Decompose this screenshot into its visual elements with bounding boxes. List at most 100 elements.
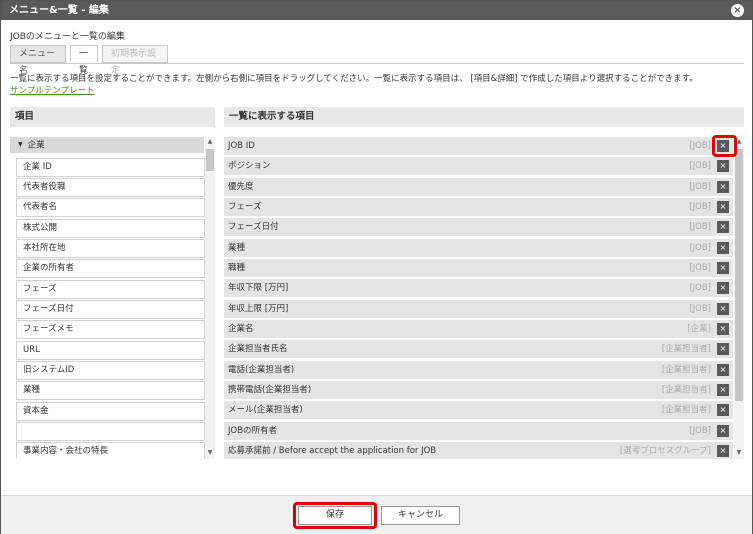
remove-icon[interactable]: ×: [717, 201, 729, 213]
list-item[interactable]: 資本金: [16, 402, 205, 421]
remove-icon[interactable]: ×: [717, 425, 729, 437]
item-label: 優先度: [228, 182, 254, 192]
list-item[interactable]: 本社所在地: [16, 239, 205, 258]
item-category: [企業担当者]: [661, 385, 711, 395]
remove-icon[interactable]: ×: [717, 221, 729, 233]
item-label: 年収下限 [万円]: [228, 283, 289, 293]
item-label: 企業名: [228, 324, 254, 334]
selected-item-row[interactable]: ポジション [JOB] ×: [224, 157, 733, 175]
left-scrollbar[interactable]: ▲ ▼: [205, 137, 215, 459]
edit-dialog: メニュー&一覧 - 編集 × JOBのメニューと一覧の編集 メニュー名 一覧 初…: [0, 0, 753, 534]
item-category: [企業担当者]: [661, 365, 711, 375]
remove-icon[interactable]: ×: [717, 181, 729, 193]
tab-divider: [10, 63, 744, 64]
sample-template-link[interactable]: サンプルテンプレート: [10, 84, 95, 96]
tab-list[interactable]: 一覧: [70, 45, 98, 76]
group-label: 企業: [27, 140, 45, 151]
dialog-title-bar: メニュー&一覧 - 編集 ×: [1, 1, 752, 20]
item-label: 年収上限 [万円]: [228, 304, 289, 314]
item-category: [JOB]: [689, 222, 711, 232]
scroll-thumb[interactable]: [735, 149, 743, 401]
selected-item-row[interactable]: フェーズ [JOB] ×: [224, 198, 733, 216]
list-item[interactable]: 企業 ID: [16, 158, 205, 177]
item-label: フェーズ日付: [228, 222, 279, 232]
item-category: [JOB]: [689, 161, 711, 171]
item-category: [企業]: [687, 324, 711, 334]
item-category: [JOB]: [689, 141, 711, 151]
save-highlight-box: [293, 502, 377, 529]
item-label: 応募承諾前 / Before accept the application fo…: [228, 446, 437, 456]
instruction-text: 一覧に表示する項目を設定することができます。左側から右側に項目をドラッグしてくだ…: [10, 74, 698, 84]
selected-item-row[interactable]: 年収下限 [万円] [JOB] ×: [224, 279, 733, 297]
group-header-company[interactable]: ▼ 企業: [10, 137, 204, 153]
tab-menu-name[interactable]: メニュー名: [10, 45, 66, 76]
item-label: 電話(企業担当者): [228, 365, 295, 375]
list-item[interactable]: 企業の所有者: [16, 259, 205, 278]
remove-icon[interactable]: ×: [717, 262, 729, 274]
list-item[interactable]: フェーズ: [16, 280, 205, 299]
selected-item-row[interactable]: 企業担当者氏名 [企業担当者] ×: [224, 340, 733, 358]
item-label: 職種: [228, 263, 246, 273]
dialog-subtitle: JOBのメニューと一覧の編集: [10, 32, 125, 42]
remove-icon[interactable]: ×: [717, 364, 729, 376]
scroll-down-icon[interactable]: ▼: [205, 448, 215, 458]
item-category: [JOB]: [689, 202, 711, 212]
item-label: フェーズ: [228, 202, 262, 212]
selected-item-row[interactable]: JOB ID [JOB] ×: [224, 137, 733, 155]
remove-icon[interactable]: ×: [717, 404, 729, 416]
remove-icon[interactable]: ×: [717, 160, 729, 172]
remove-icon[interactable]: ×: [717, 323, 729, 335]
list-item[interactable]: 事業内容・会社の特長: [16, 442, 205, 459]
item-label: ポジション: [228, 161, 271, 171]
remove-icon[interactable]: ×: [717, 303, 729, 315]
selected-item-row[interactable]: 電話(企業担当者) [企業担当者] ×: [224, 361, 733, 379]
item-category: [JOB]: [689, 182, 711, 192]
item-category: [JOB]: [689, 304, 711, 314]
left-panel-header: 項目: [10, 107, 215, 127]
item-category: [JOB]: [689, 263, 711, 273]
list-item[interactable]: 旧システムID: [16, 361, 205, 380]
list-item[interactable]: 業種: [16, 381, 205, 400]
selected-item-row[interactable]: メール(企業担当者) [企業担当者] ×: [224, 401, 733, 419]
list-item[interactable]: フェーズ日付: [16, 300, 205, 319]
item-category: [企業担当者]: [661, 405, 711, 415]
tab-initial-display[interactable]: 初期表示設定: [102, 45, 168, 76]
selected-item-row[interactable]: フェーズ日付 [JOB] ×: [224, 218, 733, 236]
item-label: 業種: [228, 243, 246, 253]
selected-item-row[interactable]: 業種 [JOB] ×: [224, 239, 733, 257]
dialog-title: メニュー&一覧 - 編集: [9, 5, 109, 16]
cancel-button[interactable]: キャンセル: [381, 506, 460, 525]
available-items-list: ▼ 企業 企業 ID 代表者役職 代表者名 株式公開 本社所在地 企業の所有者 フ…: [10, 137, 215, 459]
scroll-down-icon[interactable]: ▼: [734, 448, 744, 458]
selected-item-row[interactable]: 企業名 [企業] ×: [224, 320, 733, 338]
remove-icon[interactable]: ×: [717, 282, 729, 294]
remove-icon[interactable]: ×: [717, 343, 729, 355]
selected-item-row[interactable]: 優先度 [JOB] ×: [224, 178, 733, 196]
remove-icon[interactable]: ×: [717, 384, 729, 396]
list-item[interactable]: 株式公開: [16, 219, 205, 238]
item-category: [選考プロセスグループ]: [619, 446, 711, 456]
list-item[interactable]: URL: [16, 341, 205, 360]
right-panel-header: 一覧に表示する項目: [224, 107, 744, 127]
remove-icon[interactable]: ×: [717, 445, 729, 457]
selected-item-row[interactable]: 年収上限 [万円] [JOB] ×: [224, 300, 733, 318]
scroll-thumb[interactable]: [206, 149, 214, 171]
item-label: JOBの所有者: [228, 426, 278, 436]
caret-down-icon: ▼: [18, 141, 23, 148]
list-item[interactable]: [16, 422, 205, 441]
item-category: [JOB]: [689, 283, 711, 293]
scroll-up-icon[interactable]: ▲: [205, 137, 215, 147]
remove-icon[interactable]: ×: [717, 242, 729, 254]
item-category: [JOB]: [689, 243, 711, 253]
selected-item-row[interactable]: 携帯電話(企業担当者) [企業担当者] ×: [224, 381, 733, 399]
list-item[interactable]: フェーズメモ: [16, 320, 205, 339]
list-item[interactable]: 代表者役職: [16, 178, 205, 197]
item-label: JOB ID: [228, 141, 255, 151]
list-item[interactable]: 代表者名: [16, 198, 205, 217]
right-scrollbar[interactable]: ▲ ▼: [734, 137, 744, 459]
selected-item-row[interactable]: 応募承諾前 / Before accept the application fo…: [224, 442, 733, 459]
item-label: 携帯電話(企業担当者): [228, 385, 312, 395]
selected-item-row[interactable]: JOBの所有者 [JOB] ×: [224, 422, 733, 440]
selected-item-row[interactable]: 職種 [JOB] ×: [224, 259, 733, 277]
close-icon[interactable]: ×: [731, 4, 744, 17]
